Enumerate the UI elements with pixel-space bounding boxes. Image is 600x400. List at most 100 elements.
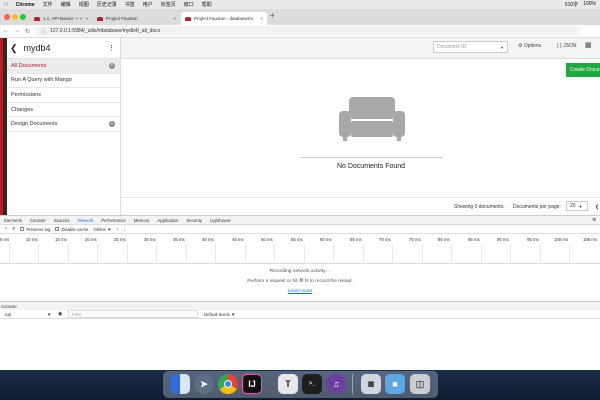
sidebar-item-all-documents[interactable]: All Documents + xyxy=(7,59,120,74)
menu-window[interactable]: 窗口 xyxy=(180,1,198,8)
window-close-icon[interactable] xyxy=(4,14,10,20)
forward-arrow-icon[interactable]: → xyxy=(14,28,20,34)
document-id-input[interactable]: Document ID ▼ xyxy=(433,41,508,53)
levels-value: Default levels xyxy=(204,312,230,317)
browser-tab-fauxton-database[interactable]: Project Fauxton - database/m × xyxy=(181,12,267,25)
couchdb-favicon-icon xyxy=(34,16,40,21)
preserve-log-checkbox[interactable]: Preserve log xyxy=(20,227,50,232)
more-vertical-icon[interactable]: ⋮ xyxy=(108,44,115,52)
tab-console[interactable]: Console xyxy=(26,218,50,223)
tab-performance[interactable]: Performance xyxy=(97,218,130,223)
tab-elements[interactable]: Elements xyxy=(0,218,26,223)
menu-history[interactable]: 历史记录 xyxy=(93,1,121,8)
sidebar-item-permissions[interactable]: Permissions xyxy=(7,88,120,103)
couchdb-favicon-icon xyxy=(97,16,103,21)
options-button[interactable]: ⚙ Options xyxy=(518,43,541,49)
filter-funnel-icon[interactable]: ▿ xyxy=(5,226,7,232)
new-tab-button[interactable]: + xyxy=(270,11,275,20)
sidebar-item-label: Design Documents xyxy=(11,121,58,128)
eye-icon[interactable]: ◉ xyxy=(58,311,62,317)
back-chevron-icon[interactable]: ❮ xyxy=(10,43,18,54)
sidebar-item-changes[interactable]: Changes xyxy=(7,103,120,118)
log-levels-select[interactable]: Default levels ▼ xyxy=(204,312,235,317)
json-view-button[interactable]: { } JSON xyxy=(557,43,576,49)
context-select[interactable]: top xyxy=(5,312,11,317)
menu-bookmarks[interactable]: 书签 xyxy=(121,1,139,8)
learn-more-link[interactable]: Learn more xyxy=(0,289,600,294)
menu-profiles[interactable]: 用户 xyxy=(139,1,157,8)
media-player-icon[interactable]: ♫ xyxy=(326,374,346,394)
menu-help[interactable]: 帮助 xyxy=(198,1,216,8)
console-drawer-title[interactable]: Console xyxy=(1,304,17,309)
sidebar-item-design-documents[interactable]: Design Documents + xyxy=(7,117,120,132)
macos-menubar:  Chrome 文件 编辑 视图 历史记录 书签 用户 标签页 窗口 帮助 5… xyxy=(0,0,600,9)
tab-close-icon[interactable]: × xyxy=(170,16,176,21)
menu-view[interactable]: 视图 xyxy=(75,1,93,8)
browser-toolbar: ← → ↻ ⓘ 127.0.0.1:5984/_utils/#database/… xyxy=(0,25,600,38)
tab-close-icon[interactable]: × xyxy=(257,16,263,21)
tab-security[interactable]: Security xyxy=(182,218,206,223)
sidebar-item-mango-query[interactable]: Run A Query with Mango xyxy=(7,74,120,89)
screenshot-window-icon[interactable]: ▦ xyxy=(361,374,381,394)
menu-edit[interactable]: 编辑 xyxy=(57,1,75,8)
per-page-label: Documents per page: xyxy=(513,204,561,210)
disable-cache-checkbox[interactable]: Disable cache xyxy=(55,227,88,232)
download-har-icon[interactable]: ↓ xyxy=(124,227,126,232)
tab-sources[interactable]: Sources xyxy=(50,218,74,223)
couch-empty-icon xyxy=(339,97,405,141)
tab-memory[interactable]: Memory xyxy=(130,218,154,223)
prev-page-icon[interactable]: ❮ xyxy=(595,204,599,210)
menu-tabs[interactable]: 标签页 xyxy=(157,1,180,8)
window-maximize-icon[interactable] xyxy=(20,14,26,20)
timeline-tick: 35 ms xyxy=(173,237,185,242)
tab-application[interactable]: Application xyxy=(153,218,182,223)
tab-close-icon[interactable]: × xyxy=(82,16,88,21)
upload-har-icon[interactable]: ↑ xyxy=(116,227,118,232)
terminal-icon[interactable]: >_ xyxy=(302,374,322,394)
settings-gear-icon[interactable]: ⚙ xyxy=(588,217,600,223)
text-editor-icon[interactable]: T xyxy=(278,374,298,394)
timeline-gridline xyxy=(451,244,452,264)
timeline-tick: 60 ms xyxy=(320,237,332,242)
finder-icon[interactable] xyxy=(170,374,190,394)
pagination-footer: Showing 0 documents. Documents per page:… xyxy=(121,197,600,215)
browser-tab-fauxton[interactable]: Project Fauxton × xyxy=(93,12,180,25)
add-circle-icon[interactable]: + xyxy=(109,62,115,69)
menu-app-name[interactable]: Chrome xyxy=(12,2,39,8)
table-view-icon[interactable]: ▦ xyxy=(585,41,592,49)
chrome-icon[interactable] xyxy=(218,374,238,394)
reload-icon[interactable]: ↻ xyxy=(25,28,30,35)
tab-title: 1.1. API Basics — Apache Cou xyxy=(43,16,83,21)
folder-icon[interactable]: ■ xyxy=(385,374,405,394)
back-arrow-icon[interactable]: ← xyxy=(3,28,9,34)
timeline-tick: 55 ms xyxy=(291,237,303,242)
timeline-tick: 105 ms xyxy=(583,237,598,242)
devtools-tab-bar: Elements Console Sources Network Perform… xyxy=(0,215,600,225)
throttle-select[interactable]: Online ▼ xyxy=(93,227,111,232)
timeline-gridline xyxy=(156,244,157,264)
per-page-select[interactable]: 20 ▼ xyxy=(566,201,588,211)
add-circle-icon[interactable]: + xyxy=(109,121,115,128)
url-bar[interactable]: ⓘ 127.0.0.1:5984/_utils/#database/mydb4/… xyxy=(35,26,580,36)
intellij-idea-icon[interactable]: IJ xyxy=(242,374,262,394)
disable-cache-label: Disable cache xyxy=(61,226,89,232)
tab-network[interactable]: Network xyxy=(73,218,97,223)
apple-icon[interactable]:  xyxy=(0,2,12,8)
filter-placeholder: Filter xyxy=(72,312,82,317)
browser-tab-api-basics[interactable]: 1.1. API Basics — Apache Cou × xyxy=(30,12,92,25)
tab-lighthouse[interactable]: Lighthouse xyxy=(206,218,235,223)
launchpad-rocket-icon[interactable]: ➤ xyxy=(194,374,214,394)
window-minimize-icon[interactable] xyxy=(12,14,18,20)
create-document-button[interactable]: Create Docum xyxy=(566,63,600,77)
timeline-gridline xyxy=(304,244,305,264)
timeline-gridline xyxy=(274,244,275,264)
chrome-center-dot xyxy=(224,380,232,388)
menu-file[interactable]: 文件 xyxy=(39,1,57,8)
timeline-tick: 20 ms xyxy=(85,237,97,242)
search-icon[interactable]: ⚲ xyxy=(12,226,15,232)
menubar-status-wordcount[interactable]: 510字 xyxy=(565,1,578,8)
menubar-status-battery[interactable]: 100% xyxy=(583,1,596,8)
console-filter-input[interactable]: Filter xyxy=(68,310,198,318)
console-drawer-header: Console xyxy=(0,301,600,310)
trash-icon[interactable]: ◫ xyxy=(410,374,430,394)
